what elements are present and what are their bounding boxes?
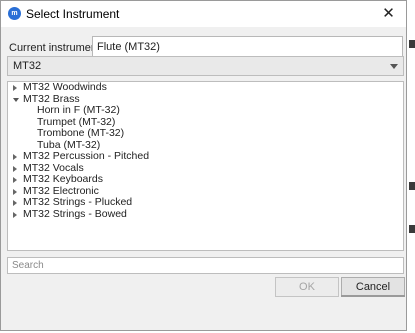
chevron-down-icon <box>390 64 398 69</box>
tree-category-label: MT32 Keyboards <box>23 173 103 185</box>
current-instrument-field[interactable] <box>92 36 403 57</box>
cancel-focus-indicator <box>341 295 405 297</box>
tree-instrument-label: Trombone (MT-32) <box>37 127 125 139</box>
instrument-set-value: MT32 <box>13 60 42 72</box>
triangle-right-icon[interactable] <box>13 211 17 218</box>
tree-category-label: MT32 Percussion - Pitched <box>23 150 150 162</box>
current-instrument-label: Current instrument: <box>9 42 104 54</box>
tree-row-category[interactable]: MT32 Strings - Plucked <box>8 196 403 209</box>
tree-row-instrument[interactable]: Horn in F (MT-32) <box>8 104 403 117</box>
background-fragment <box>409 40 415 48</box>
triangle-down-icon[interactable] <box>13 97 19 102</box>
tree-instrument-label: Horn in F (MT-32) <box>37 104 120 116</box>
tree-row-category[interactable]: MT32 Strings - Bowed <box>8 207 403 221</box>
triangle-right-icon[interactable] <box>13 188 17 195</box>
background-window-edge <box>409 0 415 333</box>
close-icon: ✕ <box>382 5 395 22</box>
triangle-right-icon[interactable] <box>13 165 17 172</box>
triangle-right-icon[interactable] <box>13 85 17 91</box>
instrument-set-select[interactable]: MT32 <box>7 56 404 76</box>
tree-row-category[interactable]: MT32 Woodwinds <box>8 82 403 94</box>
search-input[interactable] <box>7 257 404 274</box>
ok-button[interactable]: OK <box>275 277 339 297</box>
tree-row-category[interactable]: MT32 Percussion - Pitched <box>8 150 403 163</box>
select-instrument-dialog: m Select Instrument ✕ Current instrument… <box>0 0 407 331</box>
tree-row-category[interactable]: MT32 Keyboards <box>8 173 403 186</box>
cancel-button[interactable]: Cancel <box>341 277 405 297</box>
triangle-right-icon[interactable] <box>13 154 17 160</box>
triangle-right-icon[interactable] <box>13 177 17 183</box>
tree-category-label: MT32 Strings - Plucked <box>23 196 133 208</box>
tree-category-label: MT32 Strings - Bowed <box>23 207 127 220</box>
background-fragment <box>409 182 415 190</box>
tree-category-label: MT32 Woodwinds <box>23 81 107 93</box>
window-title: Select Instrument <box>26 7 120 21</box>
title-bar: m Select Instrument ✕ <box>1 1 406 27</box>
app-icon: m <box>8 7 21 20</box>
triangle-right-icon[interactable] <box>13 200 17 206</box>
background-fragment <box>409 225 415 233</box>
instrument-tree[interactable]: MT32 Woodwinds MT32 Brass Horn in F (MT-… <box>7 81 404 251</box>
tree-row-instrument[interactable]: Trombone (MT-32) <box>8 127 403 140</box>
close-button[interactable]: ✕ <box>371 1 406 27</box>
